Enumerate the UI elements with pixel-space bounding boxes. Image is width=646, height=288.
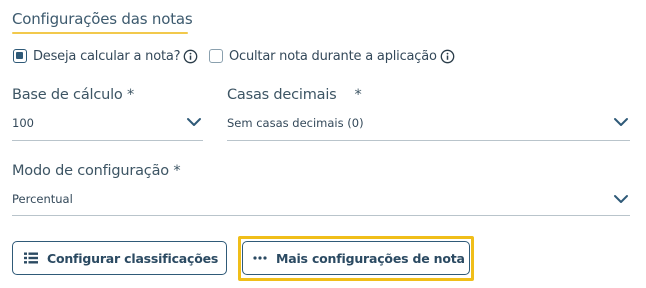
casas-decimais-select[interactable]: Casas decimais * Sem casas decimais (0) [227,87,630,142]
casas-decimais-required: * [354,87,362,103]
base-calculo-value: 100 [12,116,34,130]
hide-grade-checkbox-row[interactable]: Ocultar nota durante a aplicação [209,47,455,65]
list-icon [24,252,38,264]
configurar-classificacoes-label: Configurar classificações [47,250,219,266]
info-icon[interactable] [183,49,198,64]
info-icon[interactable] [440,49,455,64]
hide-grade-label: Ocultar nota durante a aplicação [229,48,437,64]
modo-configuracao-underline [12,215,630,216]
calculate-grade-checkbox-row[interactable]: Deseja calcular a nota? [13,47,198,65]
casas-decimais-label: Casas decimais * [227,87,630,103]
casas-decimais-value: Sem casas decimais (0) [227,116,364,130]
calculate-grade-checkbox[interactable] [13,49,27,63]
hide-grade-checkbox[interactable] [209,49,223,63]
calculate-grade-label: Deseja calcular a nota? [33,48,181,64]
base-calculo-underline [12,140,203,141]
base-calculo-select[interactable]: Base de cálculo * 100 [12,87,203,142]
modo-configuracao-value: Percentual [12,192,73,206]
section-title-underline [12,32,188,34]
casas-decimais-label-text: Casas decimais [227,87,337,103]
chevron-down-icon[interactable] [613,194,629,204]
mais-configuracoes-button[interactable]: Mais configurações de nota [242,241,470,275]
mais-configuracoes-label: Mais configurações de nota [276,250,465,266]
modo-configuracao-label: Modo de configuração * [12,163,181,179]
chevron-down-icon[interactable] [186,117,202,127]
ellipsis-icon [253,255,267,261]
chevron-down-icon[interactable] [613,117,629,127]
base-calculo-label: Base de cálculo * [12,87,135,103]
modo-configuracao-select[interactable]: Modo de configuração * Percentual [12,163,630,218]
section-title: Configurações das notas [12,10,193,28]
configurar-classificacoes-button[interactable]: Configurar classificações [12,241,227,275]
casas-decimais-underline [227,140,630,141]
